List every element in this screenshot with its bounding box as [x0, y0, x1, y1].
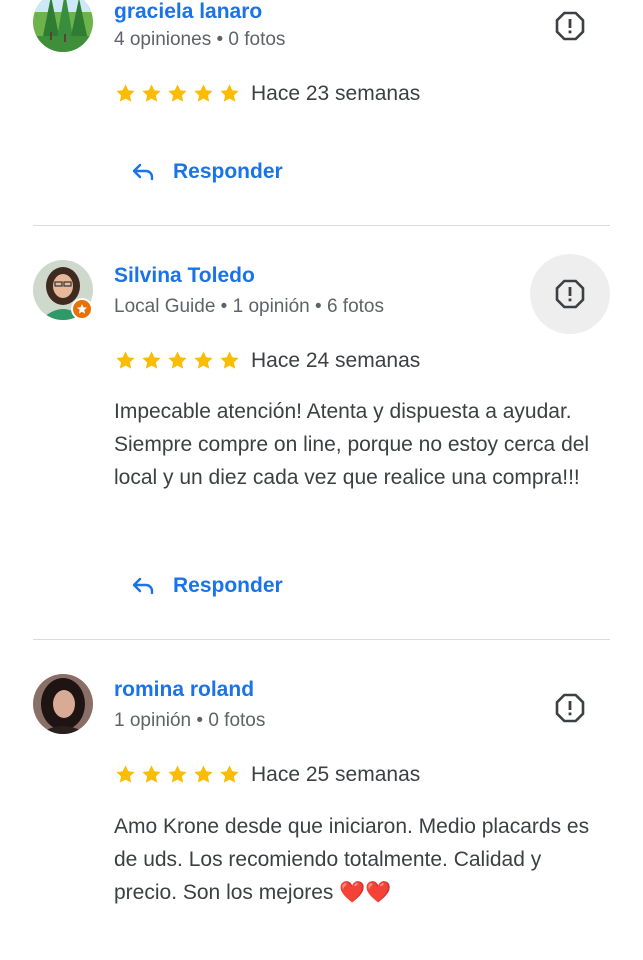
star-icon [218, 349, 241, 372]
reviewer-avatar[interactable] [33, 674, 93, 734]
reply-button[interactable]: Responder [131, 160, 283, 184]
star-icon [140, 763, 163, 786]
reviewer-name[interactable]: romina roland [114, 678, 254, 702]
star-icon [192, 82, 215, 105]
reply-arrow-icon [131, 160, 155, 184]
review-text: Amo Krone desde que iniciaron. Medio pla… [114, 815, 590, 904]
star-icon [218, 763, 241, 786]
star-icon [140, 349, 163, 372]
review-time: Hace 23 semanas [251, 82, 421, 105]
star-icon [192, 349, 215, 372]
star-icon [218, 82, 241, 105]
reply-arrow-icon [131, 574, 155, 598]
forest-avatar-icon [33, 0, 93, 52]
report-review-button[interactable] [530, 254, 610, 334]
reply-label: Responder [173, 574, 283, 597]
star-icon [114, 82, 137, 105]
person-photo-avatar-icon [33, 674, 93, 734]
local-guide-badge-icon [71, 298, 93, 320]
reply-button[interactable]: Responder [131, 574, 283, 598]
report-review-button[interactable] [530, 0, 610, 66]
report-flag-icon [554, 692, 586, 724]
divider [33, 639, 610, 640]
reviewer-name[interactable]: graciela lanaro [114, 0, 262, 24]
reviewer-meta: 1 opinión • 0 fotos [114, 710, 266, 731]
star-icon [140, 82, 163, 105]
star-icon [114, 349, 137, 372]
reviewer-meta: 4 opiniones • 0 fotos [114, 29, 286, 50]
reviewer-name[interactable]: Silvina Toledo [114, 264, 255, 288]
report-flag-icon [554, 10, 586, 42]
star-rating [114, 349, 241, 372]
divider [33, 225, 610, 226]
star-icon [166, 349, 189, 372]
star-icon [166, 763, 189, 786]
star-icon [166, 82, 189, 105]
review-time: Hace 24 semanas [251, 349, 421, 372]
review-time: Hace 25 semanas [251, 763, 421, 786]
star-icon [114, 763, 137, 786]
reply-label: Responder [173, 160, 283, 183]
reviewer-avatar[interactable] [33, 0, 93, 52]
reviewer-meta: Local Guide • 1 opinión • 6 fotos [114, 296, 384, 317]
star-rating [114, 763, 241, 786]
report-flag-icon [554, 278, 586, 310]
report-review-button[interactable] [530, 668, 610, 748]
review-text: Impecable atención! Atenta y dispuesta a… [114, 400, 590, 489]
star-icon [192, 763, 215, 786]
star-rating [114, 82, 241, 105]
